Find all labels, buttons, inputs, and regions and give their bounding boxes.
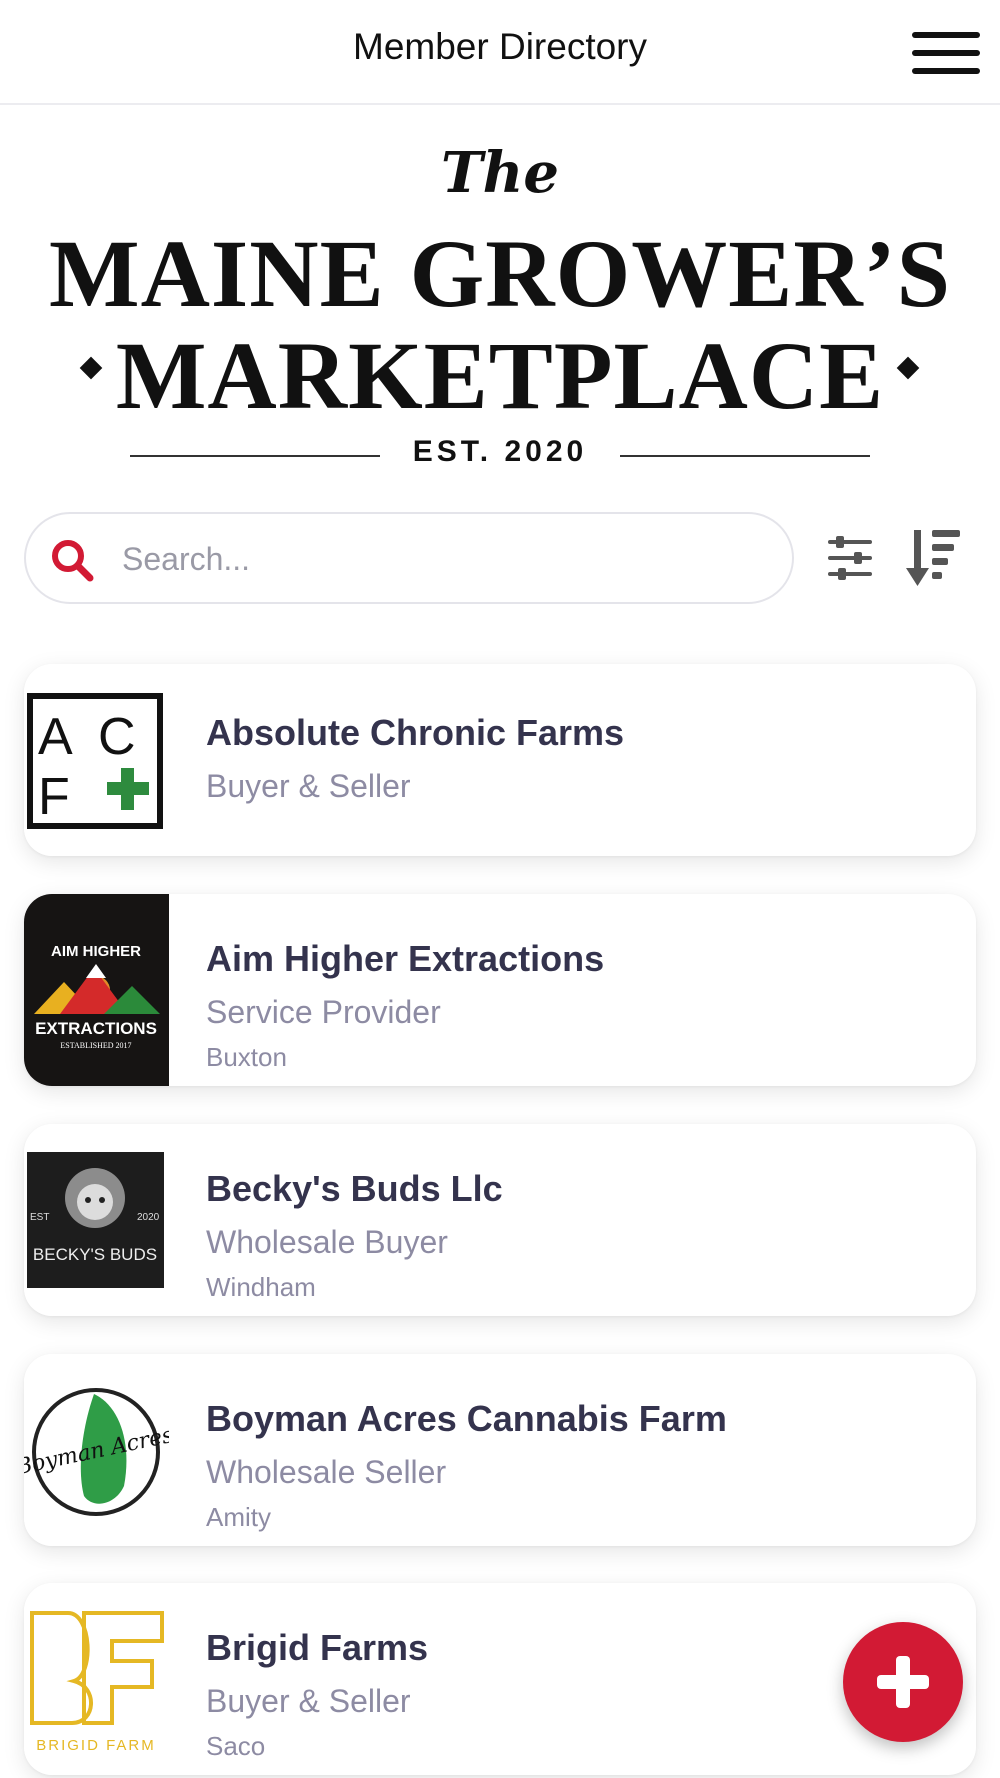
logo-est-year: EST. 2020 (412, 435, 588, 468)
member-role: Service Provider (206, 994, 441, 1030)
member-name: Boyman Acres Cannabis Farm (206, 1398, 727, 1439)
member-city: Windham (206, 1272, 316, 1302)
sort-descending-icon[interactable] (906, 528, 962, 588)
member-name: Becky's Buds Llc (206, 1168, 503, 1209)
logo-text-est: EST (30, 1212, 49, 1223)
divider-line (620, 455, 870, 457)
search-input[interactable] (122, 534, 762, 584)
member-role: Buyer & Seller (206, 1683, 411, 1719)
member-name: Absolute Chronic Farms (206, 712, 625, 753)
acf-logo: A C F (24, 664, 169, 856)
logo-text-main: BRIGID FARM (36, 1737, 156, 1754)
add-member-button[interactable] (843, 1622, 963, 1742)
member-name: Brigid Farms (206, 1627, 429, 1668)
page-title: Member Directory (353, 26, 647, 67)
logo-text-sub: ESTABLISHED 2017 (60, 1041, 131, 1050)
aim-higher-logo: AIM HIGHER EXTRACTIONS ESTABLISHED 2017 (24, 894, 169, 1086)
member-card[interactable]: A C F Absolute Chronic Farms Buyer & Sel… (24, 664, 976, 856)
svg-text:C: C (98, 708, 136, 766)
logo-the: The (440, 140, 559, 206)
logo-title-line2: MARKETPLACE (115, 322, 885, 429)
member-card[interactable]: Boyman Acres Boyman Acres Cannabis Farm … (24, 1354, 976, 1546)
member-card[interactable]: EST 2020 BECKY'S BUDS Becky's Buds Llc W… (24, 1124, 976, 1316)
member-role: Buyer & Seller (206, 768, 411, 804)
search-icon (52, 540, 94, 582)
divider-line (130, 455, 380, 457)
logo-text-main: BECKY'S BUDS (33, 1245, 157, 1264)
svg-text:A: A (38, 708, 73, 766)
sliders-filter-icon[interactable] (826, 530, 874, 586)
logo-text-top: AIM HIGHER (51, 943, 141, 960)
member-name: Aim Higher Extractions (206, 938, 605, 979)
logo-text-year: 2020 (137, 1212, 160, 1223)
boyman-acres-logo: Boyman Acres (24, 1354, 169, 1546)
member-role: Wholesale Seller (206, 1454, 447, 1490)
member-city: Saco (206, 1731, 266, 1761)
beckys-buds-logo: EST 2020 BECKY'S BUDS (24, 1124, 169, 1316)
hamburger-menu-icon[interactable] (912, 32, 982, 76)
member-card[interactable]: AIM HIGHER EXTRACTIONS ESTABLISHED 2017 … (24, 894, 976, 1086)
svg-text:F: F (38, 768, 70, 826)
member-card[interactable]: BRIGID FARM Brigid Farms Buyer & Seller … (24, 1583, 976, 1775)
top-bar: Member Directory (0, 0, 1000, 105)
logo-text-main: EXTRACTIONS (35, 1019, 157, 1038)
logo-title-line1: MAINE GROWER’S (48, 220, 952, 327)
marketplace-logo: The MAINE GROWER’S MARKETPLACE EST. 2020 (0, 130, 1000, 480)
member-city: Buxton (206, 1042, 287, 1072)
brigid-farm-logo: BRIGID FARM (24, 1583, 169, 1775)
member-role: Wholesale Buyer (206, 1224, 448, 1260)
member-city: Amity (206, 1502, 271, 1532)
search-bar[interactable] (24, 512, 794, 604)
